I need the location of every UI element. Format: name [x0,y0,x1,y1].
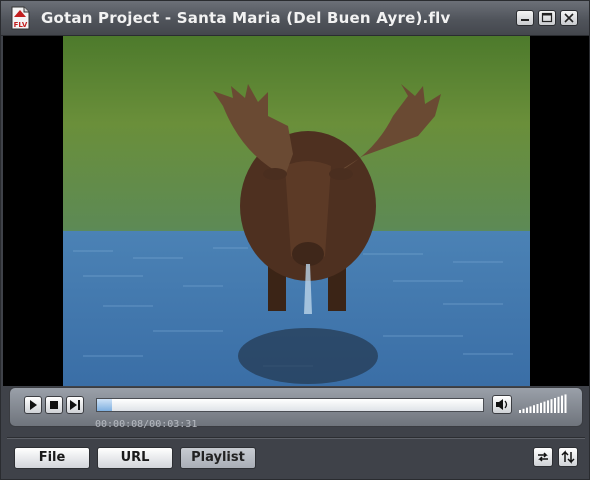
volume-slider[interactable] [517,394,569,414]
url-button[interactable]: URL [97,447,173,469]
flv-icon-text: FLV [14,21,28,29]
maximize-icon [541,12,553,23]
play-icon [30,400,37,410]
stop-icon [50,401,58,409]
speaker-icon [496,399,508,410]
shuffle-button[interactable] [558,447,578,467]
mute-button[interactable] [492,395,512,414]
repeat-button[interactable] [533,447,553,467]
title-bar[interactable]: FLV Gotan Project - Santa Maria (Del Bue… [1,1,589,36]
play-button[interactable] [24,396,42,414]
window-title: Gotan Project - Santa Maria (Del Buen Ay… [41,9,451,27]
next-track-button[interactable] [66,396,84,414]
volume-bar [536,404,539,413]
divider [7,437,585,439]
moose-video-image [63,36,530,386]
shuffle-icon [561,450,575,464]
volume-bar [557,396,560,413]
flv-file-icon: FLV [9,6,31,30]
close-button[interactable] [560,10,578,26]
video-area[interactable] [3,36,589,386]
minimize-icon [521,19,529,21]
player-window: FLV Gotan Project - Santa Maria (Del Bue… [0,0,590,480]
seek-bar-fill [97,399,113,411]
volume-bar [547,400,549,413]
volume-bar [561,395,563,413]
minimize-button[interactable] [516,10,534,26]
maximize-button[interactable] [538,10,556,26]
playlist-button[interactable]: Playlist [180,447,256,469]
file-button[interactable]: File [14,447,90,469]
stop-button[interactable] [45,396,63,414]
volume-bar [526,407,528,413]
close-icon [564,13,574,23]
volume-bar [540,402,542,413]
volume-bar [543,401,546,413]
seek-bar[interactable] [96,398,484,412]
volume-bar [533,405,535,413]
repeat-icon [538,452,548,462]
time-display: 00:00:08/00:03:31 [95,419,198,430]
volume-bar [554,398,556,413]
volume-bar [522,408,525,413]
volume-bar [550,399,553,413]
video-frame [63,36,530,386]
volume-bar [529,406,532,413]
next-track-icon [70,400,80,410]
volume-bar [519,410,521,413]
volume-bar [564,394,567,413]
